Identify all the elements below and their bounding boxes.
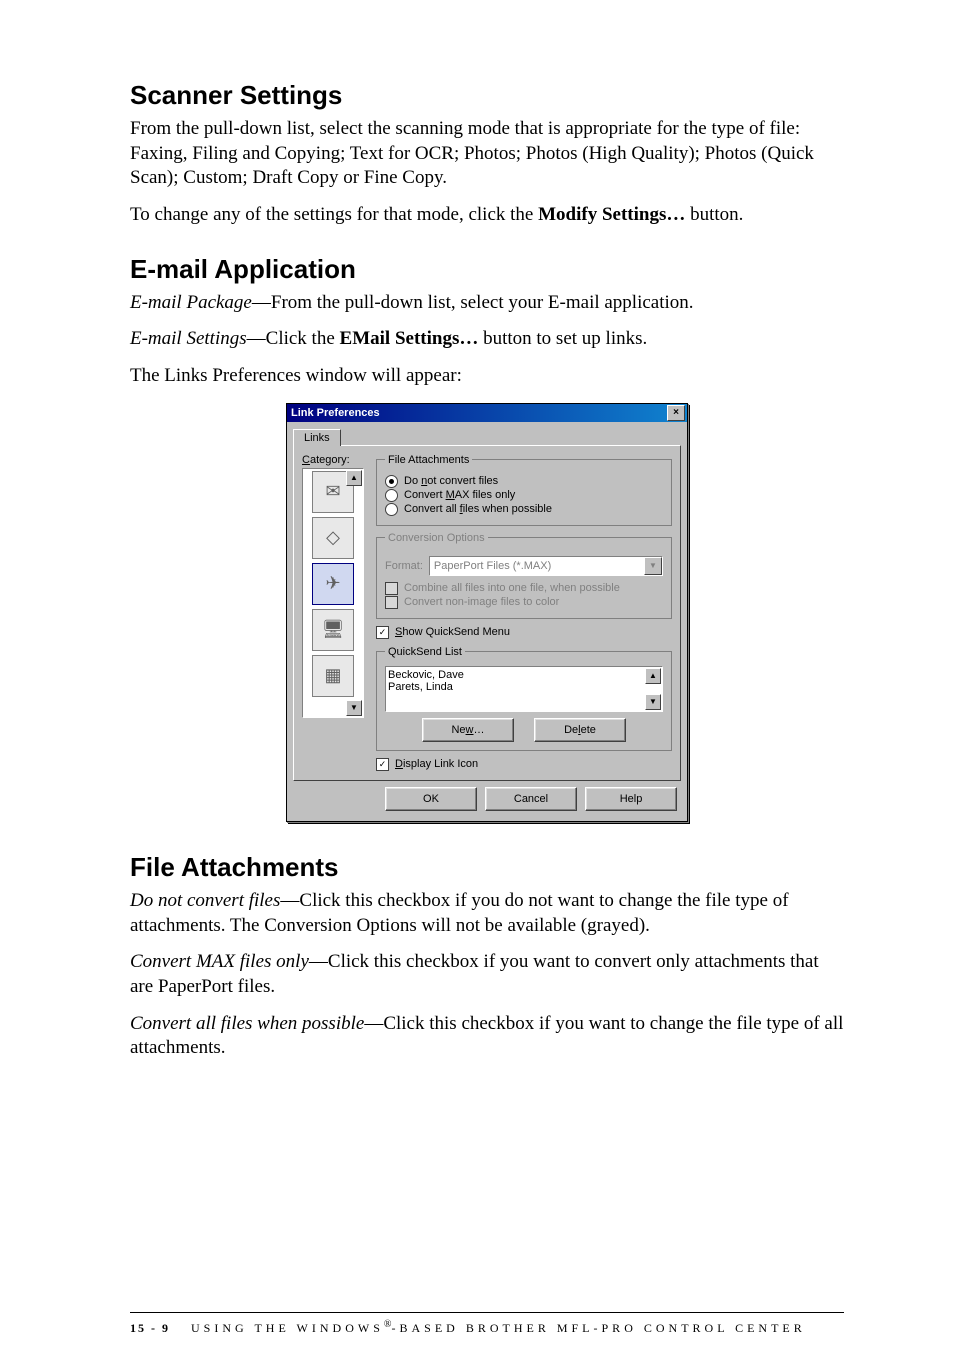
- help-button[interactable]: Help: [585, 787, 677, 811]
- group-legend: QuickSend List: [385, 646, 465, 658]
- radio-convert-max-only[interactable]: Convert MAX files only: [385, 489, 663, 502]
- category-column: Category: ▲ ✉ ◇ ✈ 🖥 ▦ ▼: [302, 454, 368, 772]
- paragraph: E-mail Package—From the pull-down list, …: [130, 291, 844, 316]
- scroll-down-icon[interactable]: ▼: [645, 694, 661, 710]
- format-value: PaperPort Files (*.MAX): [434, 560, 551, 572]
- text-italic: Convert MAX files only: [130, 951, 309, 972]
- checkbox-display-link-icon[interactable]: Display Link Icon: [376, 758, 672, 771]
- checkbox-icon: [385, 596, 398, 609]
- paragraph: From the pull-down list, select the scan…: [130, 117, 844, 191]
- category-icon-list[interactable]: ▲ ✉ ◇ ✈ 🖥 ▦ ▼: [302, 468, 364, 718]
- format-combo: Format: PaperPort Files (*.MAX) ▼: [385, 556, 663, 576]
- text: —From the pull-down list, select your E-…: [252, 292, 694, 313]
- checkbox-icon: [385, 582, 398, 595]
- dialog-title: Link Preferences: [291, 407, 380, 419]
- footer-text: -BASED BROTHER MFL-PRO CONTROL CENTER: [392, 1321, 806, 1335]
- radio-icon: [385, 489, 398, 502]
- group-file-attachments: File Attachments Do not convert files Co…: [376, 454, 672, 526]
- paragraph: E-mail Settings—Click the EMail Settings…: [130, 327, 844, 352]
- dialog-titlebar: Link Preferences ×: [287, 404, 687, 422]
- radio-convert-all[interactable]: Convert all files when possible: [385, 503, 663, 516]
- heading-file-attachments: File Attachments: [130, 852, 844, 883]
- group-legend: File Attachments: [385, 454, 472, 466]
- close-icon[interactable]: ×: [667, 405, 685, 421]
- radio-icon: [385, 475, 398, 488]
- scroll-up-icon[interactable]: ▲: [645, 668, 661, 684]
- paragraph: To change any of the settings for that m…: [130, 203, 844, 228]
- dialog-screenshot: Link Preferences × Links Category: ▲ ✉ ◇…: [130, 403, 844, 822]
- list-item[interactable]: Parets, Linda: [388, 681, 660, 693]
- paragraph: Convert MAX files only—Click this checkb…: [130, 950, 844, 999]
- format-dropdown: PaperPort Files (*.MAX) ▼: [429, 556, 663, 576]
- text-italic: Convert all files when possible: [130, 1013, 364, 1034]
- quicksend-listbox[interactable]: Beckovic, Dave Parets, Linda ▲ ▼: [385, 666, 663, 712]
- group-legend: Conversion Options: [385, 532, 488, 544]
- text-italic: Do not convert files: [130, 890, 280, 911]
- text: —Click the: [247, 328, 340, 349]
- checkbox-convert-color: Convert non-image files to color: [385, 596, 663, 609]
- tab-links[interactable]: Links: [293, 429, 341, 446]
- dialog-button-row: OK Cancel Help: [287, 787, 687, 821]
- cancel-button[interactable]: Cancel: [485, 787, 577, 811]
- new-button[interactable]: New…: [422, 718, 514, 742]
- footer-text: USING THE WINDOWS: [191, 1321, 384, 1335]
- category-icon[interactable]: ✈: [312, 563, 354, 605]
- category-icon[interactable]: ▦: [312, 655, 354, 697]
- registered-icon: ®: [384, 1319, 392, 1330]
- text: button to set up links.: [478, 328, 647, 349]
- ok-button[interactable]: OK: [385, 787, 477, 811]
- text: To change any of the settings for that m…: [130, 204, 538, 225]
- document-page: Scanner Settings From the pull-down list…: [0, 0, 954, 1368]
- paragraph: Do not convert files—Click this checkbox…: [130, 889, 844, 938]
- group-quicksend-list: QuickSend List Beckovic, Dave Parets, Li…: [376, 646, 672, 751]
- tab-strip: Links: [287, 422, 687, 445]
- text-italic: E-mail Package: [130, 292, 252, 313]
- paragraph: Convert all files when possible—Click th…: [130, 1012, 844, 1061]
- page-number: 15 - 9: [130, 1321, 170, 1335]
- checkbox-icon: [376, 626, 389, 639]
- link-preferences-dialog: Link Preferences × Links Category: ▲ ✉ ◇…: [286, 403, 688, 822]
- radio-icon: [385, 503, 398, 516]
- format-label: Format:: [385, 560, 423, 572]
- scroll-down-icon[interactable]: ▼: [346, 700, 362, 716]
- heading-email-application: E-mail Application: [130, 254, 844, 285]
- category-label: Category:: [302, 454, 368, 466]
- checkbox-icon: [376, 758, 389, 771]
- scroll-up-icon[interactable]: ▲: [346, 470, 362, 486]
- text-bold: EMail Settings…: [340, 328, 479, 349]
- radio-do-not-convert[interactable]: Do not convert files: [385, 475, 663, 488]
- delete-button[interactable]: Delete: [534, 718, 626, 742]
- page-footer: 15 - 9 USING THE WINDOWS®-BASED BROTHER …: [130, 1312, 844, 1336]
- tab-page: Category: ▲ ✉ ◇ ✈ 🖥 ▦ ▼ File Attachments: [293, 445, 681, 781]
- category-icon[interactable]: 🖥: [312, 609, 354, 651]
- checkbox-combine-files: Combine all files into one file, when po…: [385, 582, 663, 595]
- heading-scanner-settings: Scanner Settings: [130, 80, 844, 111]
- checkbox-show-quicksend[interactable]: Show QuickSend Menu: [376, 626, 672, 639]
- chevron-down-icon: ▼: [644, 557, 662, 575]
- category-icon[interactable]: ◇: [312, 517, 354, 559]
- text-italic: E-mail Settings: [130, 328, 247, 349]
- paragraph: The Links Preferences window will appear…: [130, 364, 844, 389]
- text-bold: Modify Settings…: [538, 204, 685, 225]
- dialog-right-column: File Attachments Do not convert files Co…: [376, 454, 672, 772]
- list-item[interactable]: Beckovic, Dave: [388, 669, 660, 681]
- group-conversion-options: Conversion Options Format: PaperPort Fil…: [376, 532, 672, 619]
- text: button.: [685, 204, 743, 225]
